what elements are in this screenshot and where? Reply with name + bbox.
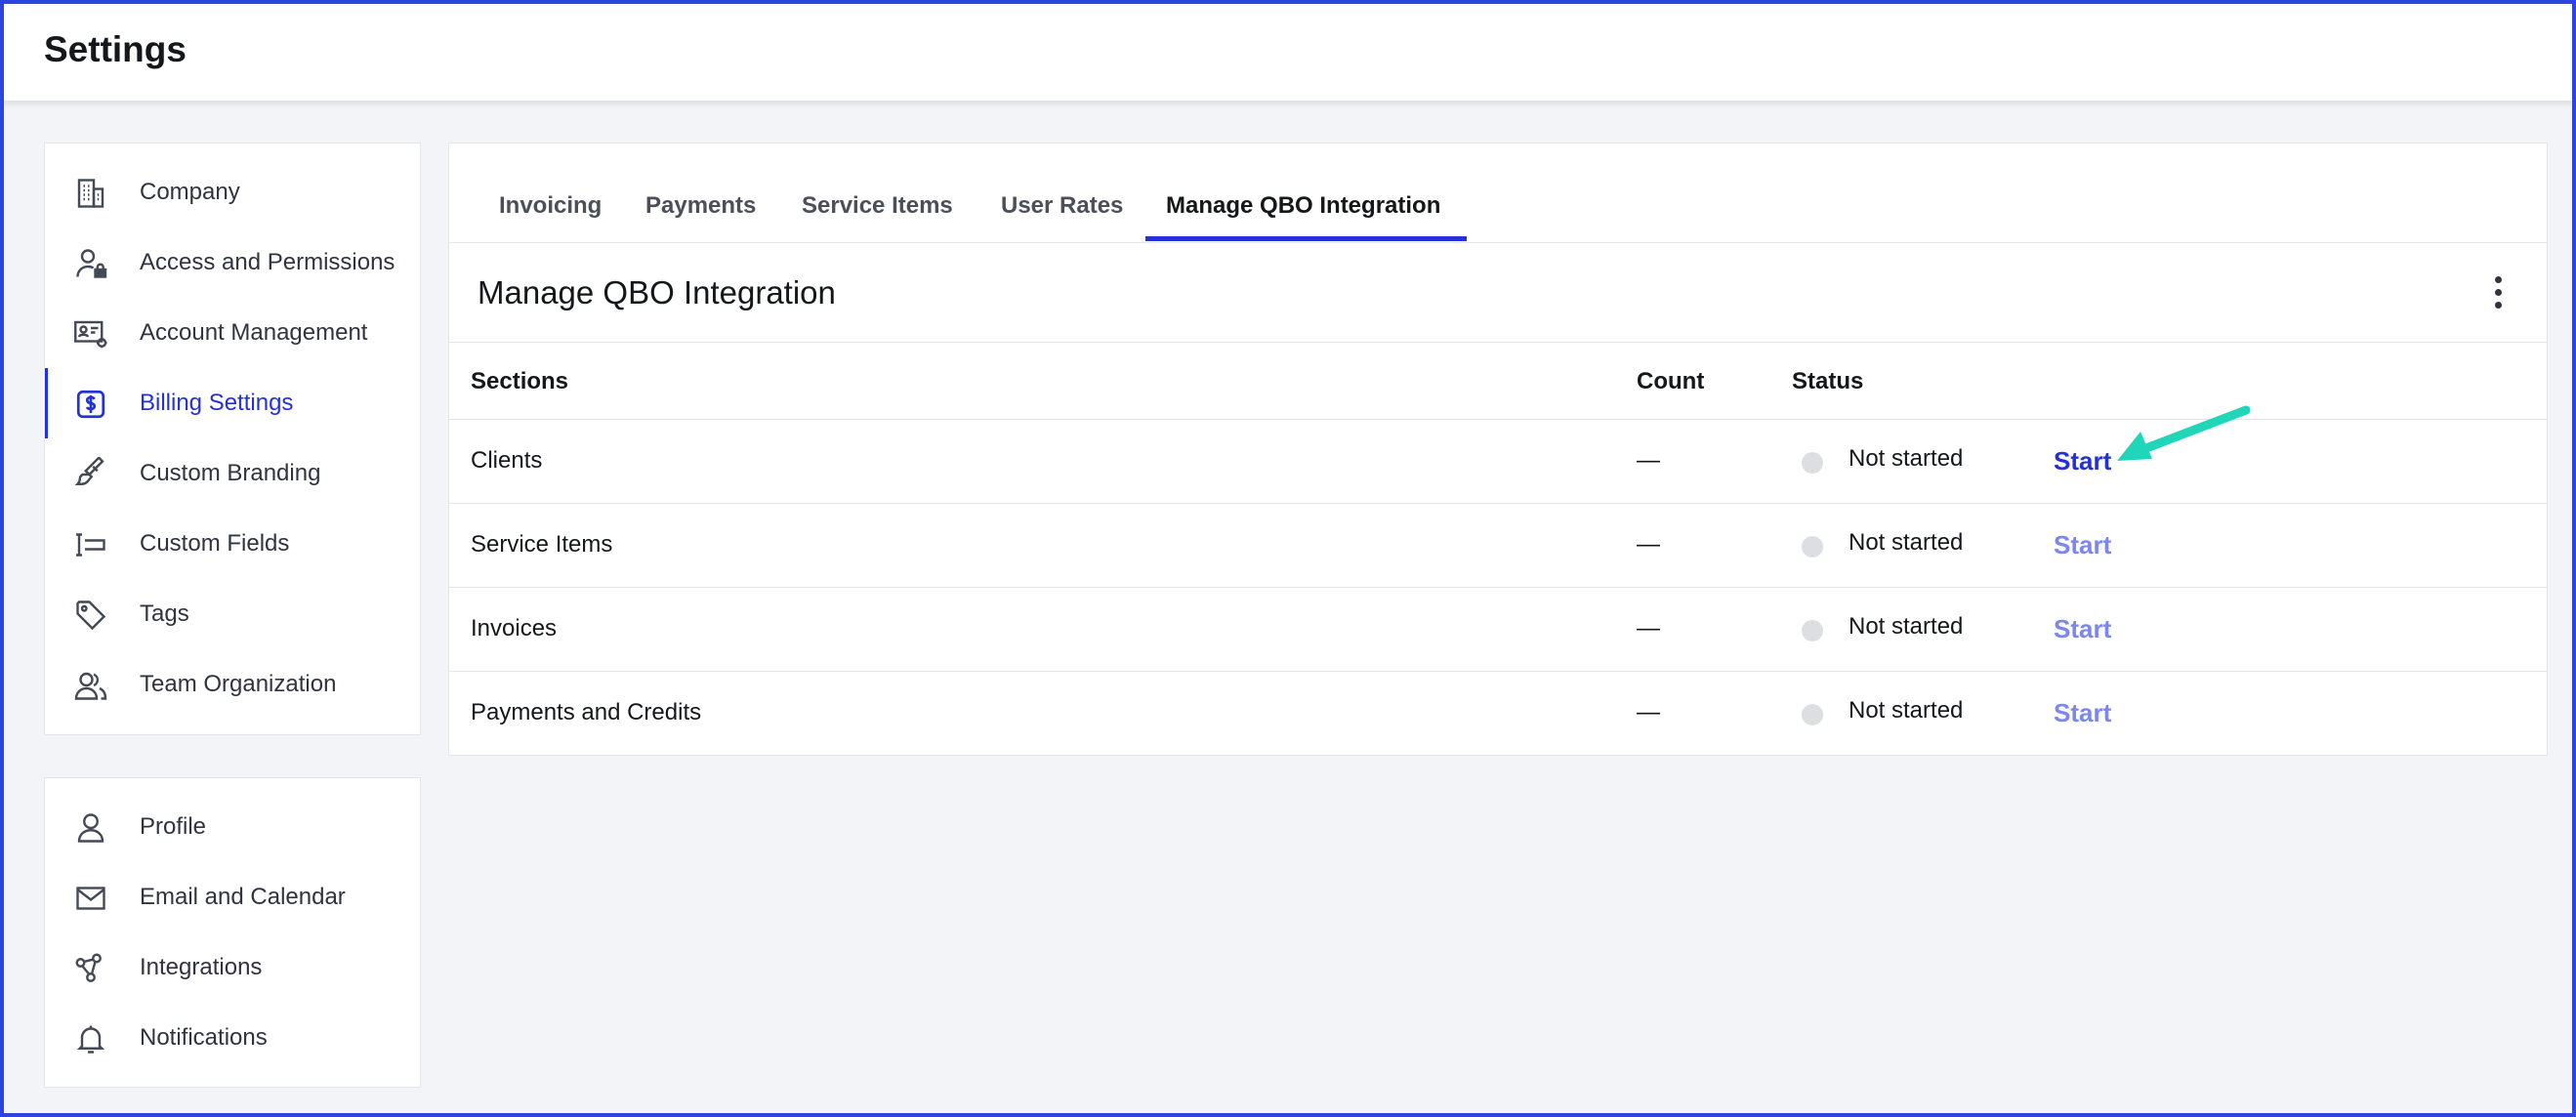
top-bar: Settings bbox=[0, 0, 2576, 101]
share-nodes-icon bbox=[72, 950, 109, 987]
sidebar-item-team-organization[interactable]: Team Organization bbox=[45, 649, 420, 720]
tab-user-rates[interactable]: User Rates bbox=[1001, 192, 1123, 220]
count-value: — bbox=[1637, 531, 1660, 558]
count-value: — bbox=[1637, 447, 1660, 474]
envelope-icon bbox=[72, 880, 109, 917]
sidebar-item-tags[interactable]: Tags bbox=[45, 579, 420, 649]
sidebar-item-label: Company bbox=[140, 179, 240, 205]
section-name: Invoices bbox=[471, 615, 558, 641]
count-value: — bbox=[1637, 699, 1660, 725]
sidebar-item-access-permissions[interactable]: Access and Permissions bbox=[45, 228, 420, 298]
sidebar-item-custom-fields[interactable]: Custom Fields bbox=[45, 509, 420, 579]
sidebar-item-label: Team Organization bbox=[140, 671, 337, 697]
table-row: Payments and Credits — Not started Start bbox=[449, 671, 2547, 755]
tab-invoicing[interactable]: Invoicing bbox=[499, 192, 602, 220]
sidebar-item-integrations[interactable]: Integrations bbox=[45, 932, 420, 1003]
tab-manage-qbo-integration[interactable]: Manage QBO Integration bbox=[1166, 192, 1440, 220]
active-tab-indicator bbox=[1145, 236, 1467, 241]
section-title: Manage QBO Integration bbox=[478, 274, 836, 310]
sidebar-item-label: Custom Branding bbox=[140, 460, 321, 486]
users-icon bbox=[72, 667, 109, 704]
status-text: Not started bbox=[1849, 697, 1964, 724]
tab-payments[interactable]: Payments bbox=[645, 192, 756, 220]
start-button[interactable]: Start bbox=[2054, 698, 2111, 728]
column-header-sections: Sections bbox=[471, 368, 569, 394]
settings-nav-primary: Company Access and Permissions Account M… bbox=[44, 143, 421, 735]
tag-icon bbox=[72, 597, 109, 634]
count-value: — bbox=[1637, 615, 1660, 641]
sidebar-item-account-management[interactable]: Account Management bbox=[45, 298, 420, 368]
tab-service-items[interactable]: Service Items bbox=[802, 192, 953, 220]
annotation-arrow-icon bbox=[2117, 405, 2251, 461]
sidebar-item-label: Access and Permissions bbox=[140, 249, 395, 275]
section-name: Service Items bbox=[471, 531, 613, 558]
table-row: Service Items — Not started Start bbox=[449, 503, 2547, 587]
status-dot-icon bbox=[1802, 620, 1823, 641]
sidebar-item-label: Account Management bbox=[140, 319, 368, 346]
sidebar-item-notifications[interactable]: Notifications bbox=[45, 1003, 420, 1073]
sidebar-item-email-calendar[interactable]: Email and Calendar bbox=[45, 862, 420, 932]
paintbrush-icon bbox=[72, 456, 109, 493]
dollar-badge-icon bbox=[72, 386, 109, 423]
column-header-count: Count bbox=[1637, 368, 1705, 394]
sidebar-item-label: Tags bbox=[140, 600, 189, 627]
section-name: Payments and Credits bbox=[471, 699, 702, 725]
start-button[interactable]: Start bbox=[2054, 530, 2111, 560]
kebab-menu-icon[interactable] bbox=[2488, 272, 2508, 313]
status-text: Not started bbox=[1849, 529, 1964, 556]
sidebar-item-label: Notifications bbox=[140, 1024, 268, 1051]
sidebar-item-custom-branding[interactable]: Custom Branding bbox=[45, 438, 420, 509]
status-text: Not started bbox=[1849, 445, 1964, 472]
sidebar-item-label: Email and Calendar bbox=[140, 884, 346, 910]
sidebar-item-label: Billing Settings bbox=[140, 390, 294, 416]
section-name: Clients bbox=[471, 447, 543, 474]
bell-icon bbox=[72, 1020, 109, 1057]
table-row: Invoices — Not started Start bbox=[449, 587, 2547, 671]
sidebar-item-company[interactable]: Company bbox=[45, 157, 420, 228]
status-dot-icon bbox=[1802, 704, 1823, 725]
section-header: Manage QBO Integration bbox=[449, 243, 2547, 343]
start-button[interactable]: Start bbox=[2054, 446, 2111, 476]
sidebar-item-profile[interactable]: Profile bbox=[45, 792, 420, 862]
sidebar-item-label: Custom Fields bbox=[140, 530, 290, 557]
column-header-status: Status bbox=[1792, 368, 1864, 394]
settings-nav-secondary: Profile Email and Calendar Integrations … bbox=[44, 777, 421, 1088]
text-field-icon bbox=[72, 526, 109, 563]
id-card-gear-icon bbox=[72, 315, 109, 352]
sidebar-item-label: Profile bbox=[140, 813, 207, 840]
user-icon bbox=[72, 809, 109, 847]
sidebar-item-billing-settings[interactable]: Billing Settings bbox=[45, 368, 420, 438]
status-text: Not started bbox=[1849, 613, 1964, 640]
page-title: Settings bbox=[44, 29, 187, 69]
building-icon bbox=[72, 175, 109, 212]
status-dot-icon bbox=[1802, 536, 1823, 558]
settings-tabs: Invoicing Payments Service Items User Ra… bbox=[449, 144, 2547, 243]
sidebar-item-label: Integrations bbox=[140, 954, 263, 980]
user-lock-icon bbox=[72, 245, 109, 282]
status-dot-icon bbox=[1802, 452, 1823, 474]
start-button[interactable]: Start bbox=[2054, 614, 2111, 644]
